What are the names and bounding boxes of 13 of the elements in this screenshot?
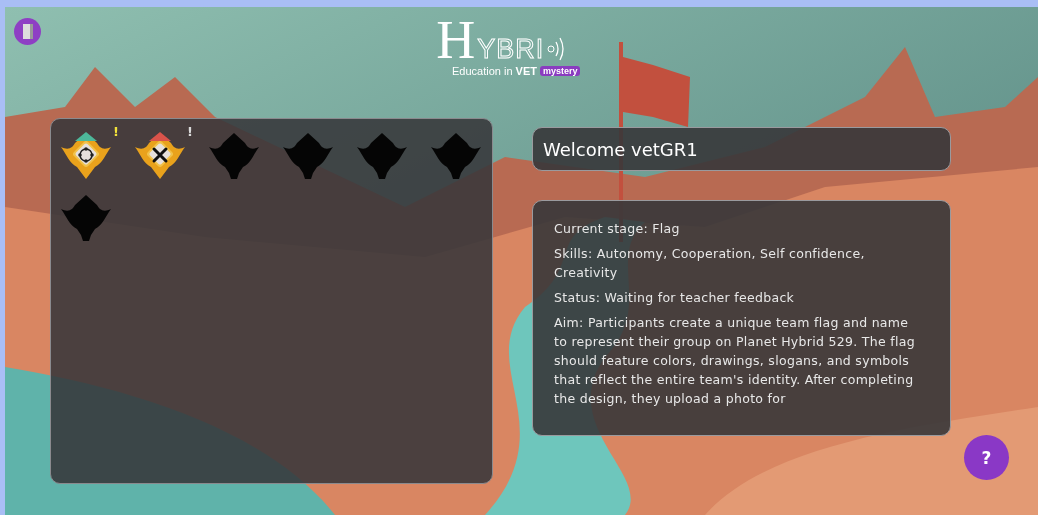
- alert-mark: !: [113, 125, 119, 138]
- status-text: Status: Waiting for teacher feedback: [554, 289, 796, 307]
- logo-wordmark: YBRI: [477, 35, 545, 63]
- skills-text: Skills: Autonomy, Cooperation, Self confidence, Creativity: [554, 245, 866, 282]
- logo-tag: mystery: [539, 66, 581, 76]
- logo-tagline: Education in: [452, 65, 513, 77]
- welcome-message: Welcome vetGR1: [532, 127, 951, 171]
- current-stage: Current stage: Flag: [554, 220, 681, 238]
- door-icon: [21, 23, 34, 40]
- logo-tagline-bold: VET: [515, 65, 537, 77]
- aim-text: Aim: Participants create a unique team flag and name to represent their group on Planet Hybrid 529. The flag should feature colors, drawings, slogans, and symbols that reflect the entire team's identity. After completing the design, they upload a photo for: [554, 314, 916, 408]
- alert-mark: !: [187, 125, 193, 138]
- logo-letter: H: [436, 17, 476, 63]
